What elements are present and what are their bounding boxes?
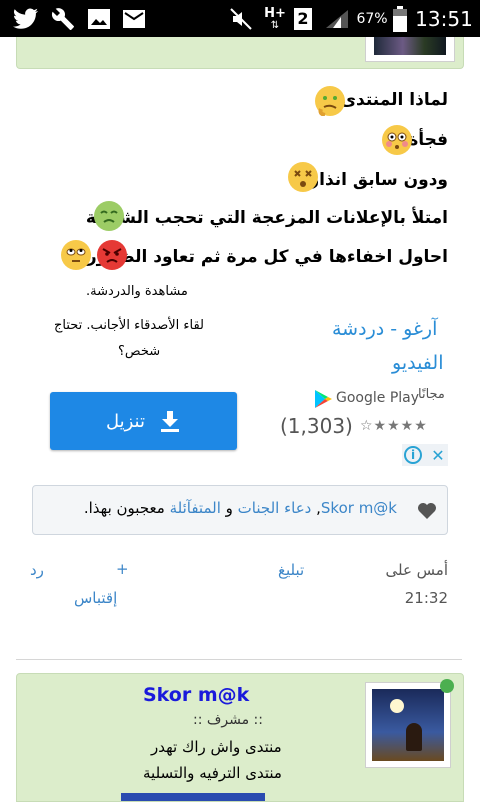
like-user-link[interactable]: دعاء الجنات bbox=[238, 499, 312, 517]
ad-title[interactable]: آرغو - دردشة bbox=[332, 318, 437, 340]
clock: 13:51 bbox=[415, 6, 473, 31]
install-label: تنزيل bbox=[105, 410, 145, 432]
eye-roll-emoji-icon bbox=[61, 240, 91, 270]
ad-store-label: Google Play bbox=[336, 390, 420, 406]
post-line: امتلأ بالإعلانات المزعجة التي تحجب الشاش… bbox=[85, 208, 448, 228]
avatar[interactable] bbox=[365, 37, 455, 62]
post-line: احاول اخفاءها في كل مرة ثم تعاود الظهور bbox=[86, 247, 448, 267]
post-time: 21:32 bbox=[404, 589, 448, 607]
battery-pct: 67% bbox=[356, 10, 388, 27]
ad-title-line2[interactable]: الفيديو bbox=[392, 352, 444, 374]
signature-line: منتدى الترفيه والتسلية bbox=[143, 764, 282, 782]
ad-description-line: شخص؟ bbox=[118, 344, 161, 359]
angry-emoji-icon bbox=[97, 240, 127, 270]
signature-line: منتدى واش راك تهدر bbox=[151, 738, 282, 756]
install-button[interactable]: تنزيل bbox=[50, 392, 237, 450]
quote-link[interactable]: إقتباس bbox=[74, 589, 117, 607]
username-link[interactable]: Skor m@k bbox=[143, 684, 249, 706]
likes-box: Skor m@k, دعاء الجنات و المتفآئلة معجبون… bbox=[32, 485, 448, 535]
like-user-link[interactable]: Skor m@k bbox=[321, 499, 397, 517]
divider bbox=[16, 659, 462, 660]
avatar[interactable] bbox=[365, 679, 454, 768]
user-role: :: مشرف :: bbox=[193, 712, 263, 728]
thinking-emoji-icon bbox=[315, 86, 345, 117]
nauseated-emoji-icon bbox=[94, 201, 124, 231]
previous-post-card bbox=[16, 37, 464, 69]
close-icon[interactable]: ✕ bbox=[428, 444, 448, 466]
download-icon bbox=[161, 411, 179, 432]
dizzy-emoji-icon bbox=[288, 162, 318, 192]
status-bar: H+ ⇅ 2 67% 13:51 bbox=[0, 0, 480, 37]
google-play-icon bbox=[312, 388, 334, 410]
rating-stars-icon: ☆★★★★ bbox=[360, 418, 428, 434]
mute-icon bbox=[228, 0, 254, 37]
battery-icon bbox=[392, 0, 408, 37]
report-link[interactable]: تبليغ bbox=[278, 561, 304, 579]
ad-description-line: مشاهدة والدردشة. bbox=[86, 284, 188, 299]
adchoices[interactable]: i ✕ bbox=[402, 444, 448, 466]
like-user-link[interactable]: المتفآئلة bbox=[170, 499, 221, 517]
twitter-icon bbox=[12, 0, 40, 37]
post-time-prefix: أمس على bbox=[385, 561, 448, 579]
next-post-card: Skor m@k :: مشرف :: منتدى واش راك تهدر م… bbox=[16, 673, 464, 802]
ad-free-label: مجانًا bbox=[418, 387, 445, 402]
plus-quote-link[interactable]: + bbox=[116, 560, 129, 578]
mail-icon bbox=[121, 0, 147, 37]
wrench-icon bbox=[50, 0, 76, 37]
signal-icon bbox=[322, 0, 352, 37]
post-line: لماذا المنتدى bbox=[340, 90, 448, 110]
hplus-icon: H+ ⇅ bbox=[264, 5, 286, 31]
sim2-icon: 2 bbox=[292, 0, 314, 37]
image-icon bbox=[86, 0, 112, 37]
flushed-emoji-icon bbox=[382, 125, 412, 155]
adchoices-info-icon[interactable]: i bbox=[404, 446, 422, 464]
heart-icon bbox=[418, 503, 436, 519]
ad-description-line: لقاء الأصدقاء الأجانب. تحتاج bbox=[54, 318, 205, 333]
post-line: ودون سابق انذار bbox=[309, 170, 448, 190]
post-line: فجأة bbox=[408, 130, 448, 150]
ad-rating-count: (1,303) bbox=[280, 414, 353, 438]
reply-link[interactable]: رد bbox=[30, 561, 44, 579]
online-status-icon bbox=[440, 679, 454, 693]
